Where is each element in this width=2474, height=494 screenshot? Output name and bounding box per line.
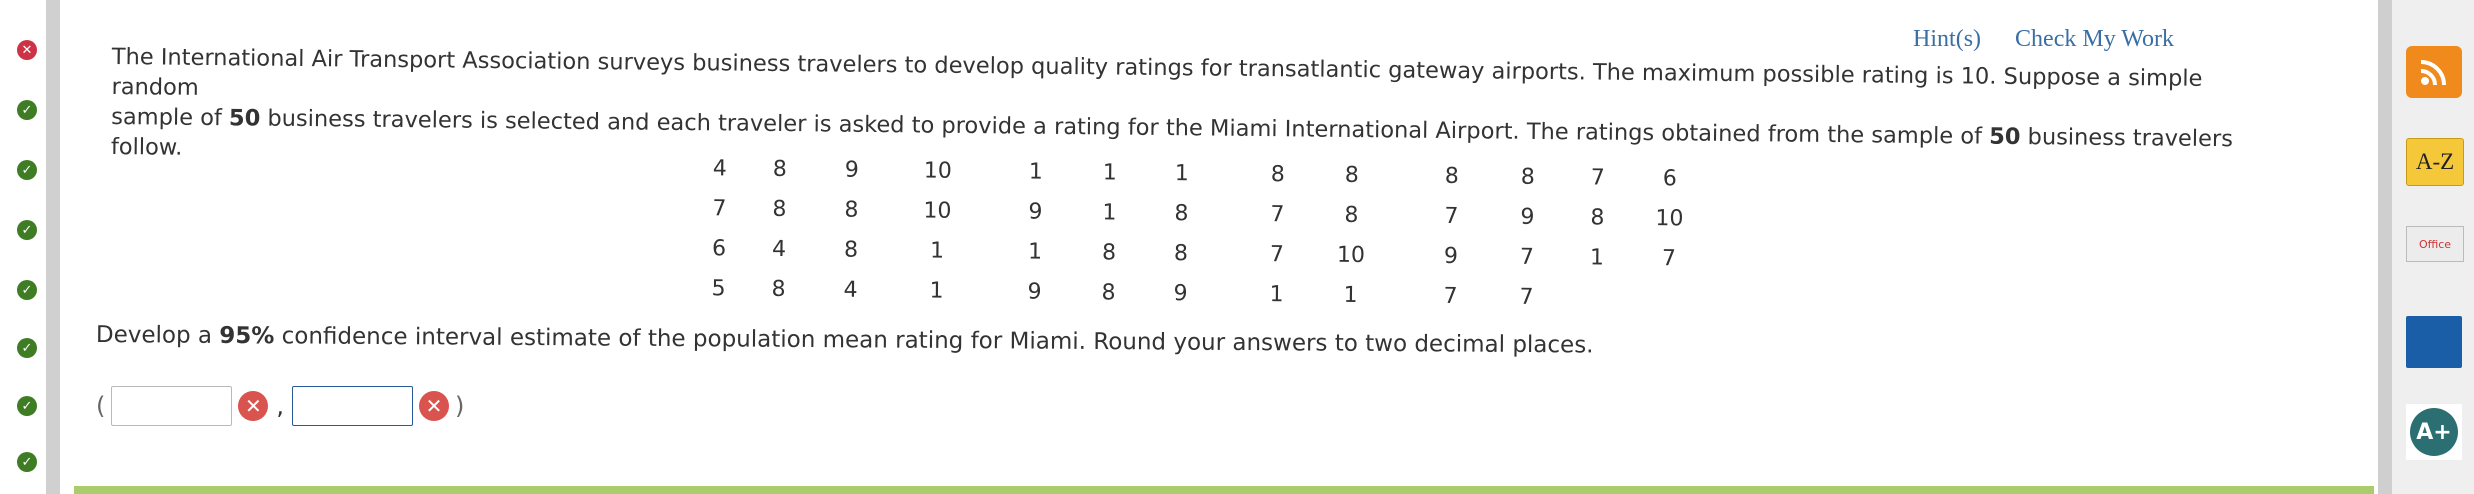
- confidence-level: 95%: [219, 322, 275, 350]
- rating-cell: 10: [923, 158, 952, 184]
- open-paren: (: [96, 392, 106, 420]
- office-button[interactable]: Office: [2406, 226, 2464, 262]
- sample-size: 50: [1989, 123, 2021, 150]
- rating-cell: 8: [771, 276, 786, 303]
- rating-cell: 6: [711, 236, 727, 262]
- rail-divider: [46, 0, 60, 494]
- rating-cell: 1: [929, 238, 945, 264]
- status-correct-icon[interactable]: ✓: [17, 396, 37, 416]
- rss-glyph: [2420, 60, 2446, 86]
- rating-cell: 6: [1662, 166, 1677, 192]
- upper-bound-input[interactable]: [292, 386, 414, 426]
- rating-cell: 7: [1590, 165, 1605, 191]
- hints-link[interactable]: Hint(s): [1913, 26, 1981, 52]
- rating-cell: 8: [843, 237, 859, 263]
- rating-cell: 1: [1027, 239, 1043, 265]
- rating-cell: 1: [1102, 160, 1117, 186]
- rating-cell: 9: [844, 157, 859, 183]
- close-paren: ): [455, 392, 465, 420]
- rating-cell: 4: [771, 236, 787, 263]
- rating-cell: 10: [1336, 242, 1366, 269]
- rating-cell: 8: [1444, 163, 1459, 190]
- rating-cell: 10: [923, 198, 952, 224]
- rating-cell: 8: [1520, 164, 1535, 190]
- rating-cell: 8: [1174, 201, 1189, 227]
- rating-cell: 8: [772, 156, 787, 183]
- rating-cell: 9: [1173, 281, 1188, 307]
- sidebar-divider: [2378, 0, 2392, 494]
- status-wrong-icon[interactable]: ✕: [17, 40, 37, 60]
- status-correct-icon[interactable]: ✓: [17, 220, 37, 240]
- hint-bar: Hint(s) Check My Work: [1885, 26, 2174, 53]
- rating-cell: 10: [1655, 206, 1684, 232]
- comma: ,: [276, 392, 285, 420]
- rating-cell: 9: [1520, 204, 1535, 230]
- aplus-button[interactable]: A+: [2406, 404, 2462, 460]
- rating-cell: 9: [1028, 199, 1043, 225]
- book-icon[interactable]: [2406, 316, 2462, 368]
- rss-icon[interactable]: [2406, 46, 2462, 98]
- rating-cell: 5: [711, 276, 726, 302]
- rating-cell: 9: [1027, 279, 1042, 305]
- incorrect-icon: ✕: [238, 391, 269, 421]
- rating-cell: 1: [1343, 282, 1358, 308]
- rating-cell: 1: [1102, 200, 1117, 226]
- status-correct-icon[interactable]: ✓: [17, 160, 37, 180]
- rating-cell: 4: [712, 156, 727, 182]
- rating-cell: 1: [1589, 245, 1605, 271]
- rating-cell: 7: [1443, 283, 1458, 310]
- rating-cell: 1: [1174, 161, 1189, 187]
- question-text: Develop a 95% confidence interval estima…: [95, 322, 1594, 359]
- rating-cell: 8: [1270, 162, 1285, 188]
- rating-cell: 8: [772, 196, 787, 223]
- rating-cell: 7: [1519, 284, 1534, 310]
- rating-cell: 7: [1269, 242, 1285, 268]
- rating-cell: 7: [1661, 246, 1677, 272]
- aplus-icon: A+: [2410, 408, 2458, 456]
- a-z-glossary-button[interactable]: A-Z: [2406, 138, 2464, 186]
- rating-cell: 9: [1443, 243, 1459, 270]
- rating-cell: 7: [712, 196, 727, 222]
- progress-strip: [74, 486, 2374, 494]
- question-status-rail: ✕ ✓ ✓ ✓ ✓ ✓ ✓ ✓: [0, 0, 60, 494]
- rating-cell: 1: [1269, 282, 1284, 308]
- answer-row: ( ✕ , ✕ ): [96, 386, 464, 426]
- lower-bound-input[interactable]: [111, 386, 233, 426]
- rating-cell: 8: [1344, 162, 1359, 189]
- rating-cell: 8: [844, 197, 859, 223]
- check-my-work-link[interactable]: Check My Work: [2015, 26, 2174, 52]
- sample-size: 50: [228, 105, 261, 132]
- rating-cell: 7: [1444, 203, 1459, 230]
- status-correct-icon[interactable]: ✓: [17, 100, 37, 120]
- rating-cell: 8: [1173, 241, 1189, 267]
- rating-cell: 7: [1270, 202, 1285, 228]
- rating-cell: 4: [843, 277, 858, 303]
- rating-cell: 1: [1028, 159, 1043, 185]
- status-correct-icon[interactable]: ✓: [17, 338, 37, 358]
- rating-cell: 8: [1101, 280, 1116, 306]
- rating-cell: 7: [1519, 244, 1535, 270]
- status-correct-icon[interactable]: ✓: [17, 452, 37, 472]
- rating-cell: 8: [1344, 202, 1359, 229]
- status-correct-icon[interactable]: ✓: [17, 280, 37, 300]
- rating-cell: 8: [1590, 205, 1605, 231]
- rating-cell: 1: [929, 278, 944, 304]
- incorrect-icon: ✕: [419, 391, 450, 421]
- rating-cell: 8: [1101, 240, 1117, 266]
